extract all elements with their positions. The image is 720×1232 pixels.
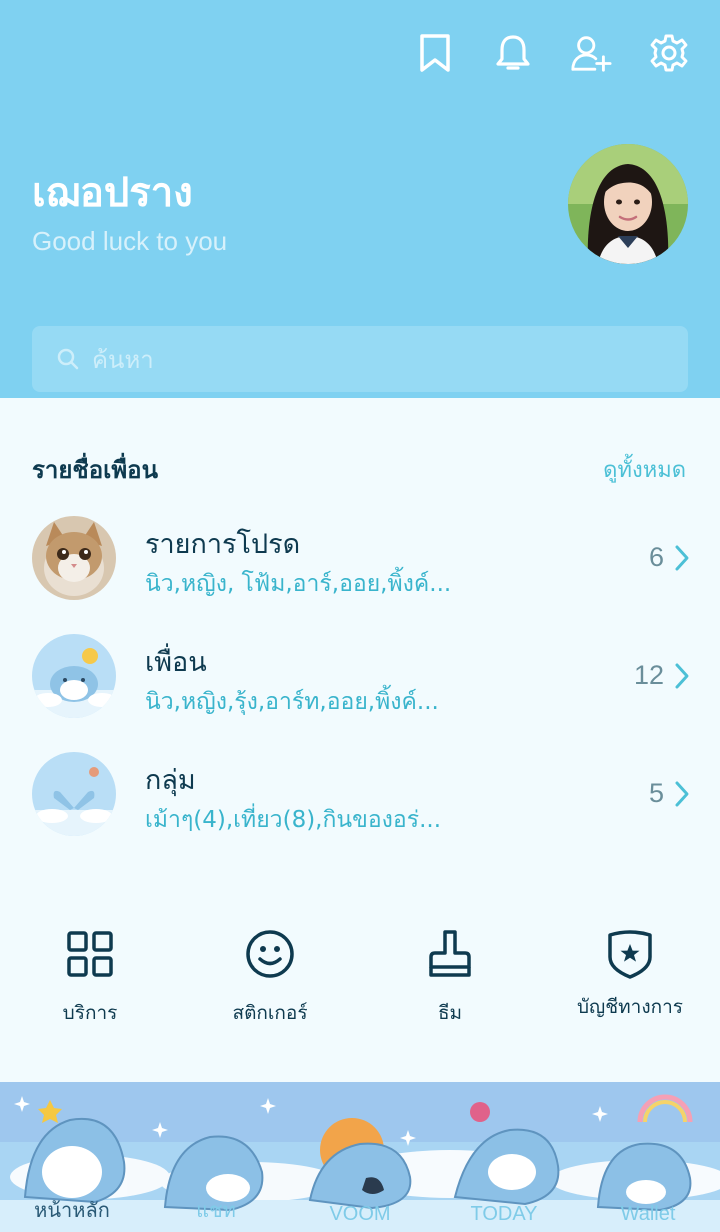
profile-header: เฌอปราง Good luck to you ค้นหา: [0, 0, 720, 398]
add-friend-icon[interactable]: [570, 32, 612, 74]
row-count: 5: [648, 778, 664, 808]
profile-avatar[interactable]: [568, 144, 688, 264]
profile-name[interactable]: เฌอปราง: [32, 160, 193, 224]
favorites-cat-thumbnail: [32, 516, 116, 600]
services-button[interactable]: บริการ: [0, 926, 180, 1028]
bottom-navigation: หน้าหลัก แชท VOOM TODAY Wallet: [0, 1082, 720, 1232]
grid-icon: [62, 926, 118, 982]
row-count: 12: [633, 660, 664, 690]
row-title: เพื่อน: [145, 647, 207, 678]
quick-actions: บริการ สติกเกอร์ ธีม บัญชีทางการ: [0, 926, 720, 1036]
brush-icon: [422, 926, 478, 982]
see-all-link[interactable]: ดูทั้งหมด: [603, 452, 686, 487]
friend-row-groups[interactable]: กลุ่ม เม้าๆ(4),เที่ยว(8),กินของอร่... 5: [0, 752, 720, 852]
search-placeholder: ค้นหา: [92, 345, 154, 374]
smiley-icon: [242, 926, 298, 982]
action-label: ธีม: [437, 1002, 463, 1024]
bell-icon[interactable]: [492, 32, 534, 74]
nav-today[interactable]: TODAY: [432, 1203, 576, 1226]
friends-section-title: รายชื่อเพื่อน: [32, 456, 158, 484]
chevron-right-icon: [675, 781, 689, 807]
nav-home[interactable]: หน้าหลัก: [0, 1194, 144, 1226]
search-icon: [57, 348, 79, 370]
row-count: 6: [648, 542, 664, 572]
shield-star-icon: [602, 926, 658, 982]
official-accounts-button[interactable]: บัญชีทางการ: [540, 926, 720, 1022]
row-title: กลุ่ม: [145, 765, 196, 796]
action-label: บัญชีทางการ: [577, 996, 683, 1018]
nav-chats[interactable]: แชท: [144, 1194, 288, 1226]
row-subtitle: เม้าๆ(4),เที่ยว(8),กินของอร่...: [145, 807, 442, 833]
bookmark-icon[interactable]: [414, 32, 456, 74]
friends-whale-thumbnail: [32, 634, 116, 718]
stickers-button[interactable]: สติกเกอร์: [180, 926, 360, 1028]
friend-row-friends[interactable]: เพื่อน นิว,หญิง,รุ้ง,อาร์ท,ออย,พิ้งค์...…: [0, 634, 720, 734]
settings-gear-icon[interactable]: [648, 32, 690, 74]
profile-status-message[interactable]: Good luck to you: [32, 226, 227, 257]
row-subtitle: นิว,หญิง, โฟ้ม,อาร์,ออย,พิ้งค์...: [145, 571, 452, 597]
top-toolbar: [414, 32, 690, 74]
friend-row-favorites[interactable]: รายการโปรด นิว,หญิง, โฟ้ม,อาร์,ออย,พิ้งค…: [0, 516, 720, 616]
nav-wallet[interactable]: Wallet: [576, 1203, 720, 1226]
row-subtitle: นิว,หญิง,รุ้ง,อาร์ท,ออย,พิ้งค์...: [145, 689, 439, 715]
chevron-right-icon: [675, 545, 689, 571]
nav-voom[interactable]: VOOM: [288, 1203, 432, 1226]
themes-button[interactable]: ธีม: [360, 926, 540, 1028]
action-label: สติกเกอร์: [232, 1002, 308, 1024]
search-bar[interactable]: ค้นหา: [32, 326, 688, 392]
chevron-right-icon: [675, 663, 689, 689]
row-title: รายการโปรด: [145, 529, 301, 560]
action-label: บริการ: [62, 1002, 118, 1024]
groups-whale-tail-thumbnail: [32, 752, 116, 836]
